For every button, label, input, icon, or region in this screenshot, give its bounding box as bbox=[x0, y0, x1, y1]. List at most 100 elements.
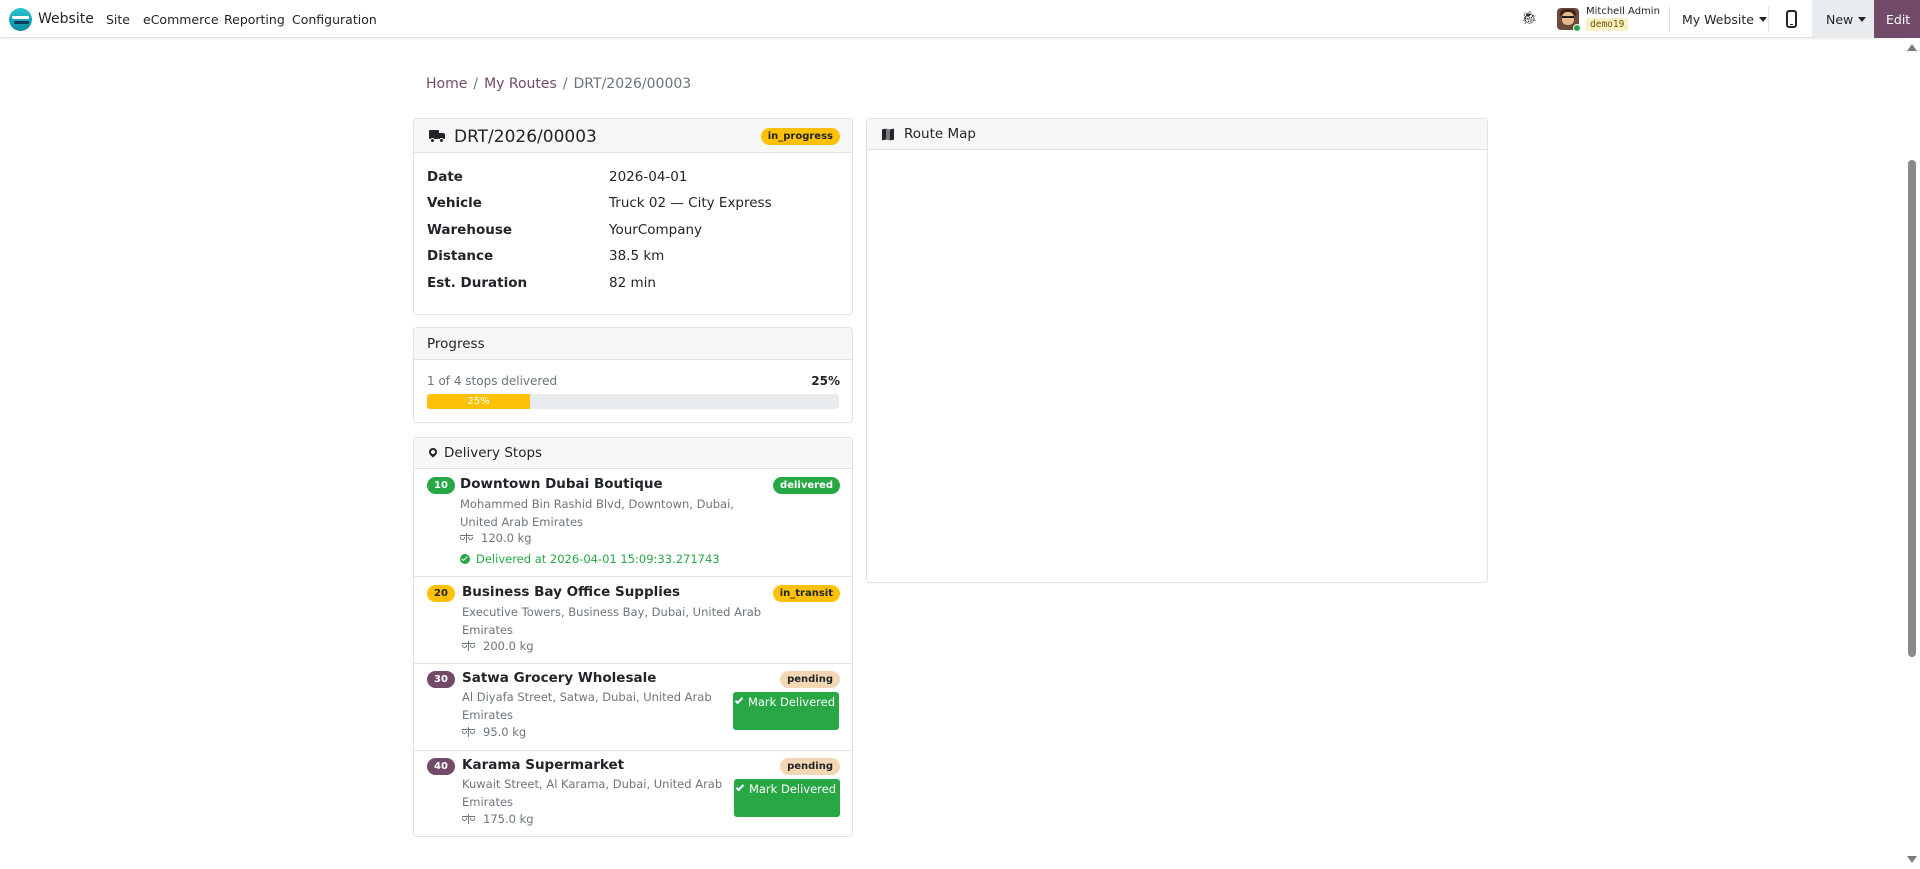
divider bbox=[1768, 6, 1769, 32]
mark-delivered-button[interactable]: Mark Delivered bbox=[734, 779, 840, 817]
balance-scale-icon bbox=[462, 727, 475, 737]
user-name[interactable]: Mitchell Admin bbox=[1586, 6, 1660, 17]
balance-scale-icon bbox=[462, 641, 475, 651]
field-label: Distance bbox=[427, 248, 494, 264]
stop-weight: 200.0 kg bbox=[462, 639, 534, 653]
truck-icon bbox=[429, 130, 446, 143]
chevron-down-icon bbox=[1759, 17, 1767, 22]
check-circle-icon bbox=[460, 554, 470, 564]
scrollbar-thumb[interactable] bbox=[1908, 160, 1916, 657]
online-status-dot bbox=[1573, 24, 1581, 32]
stop-weight-value: 95.0 kg bbox=[483, 725, 527, 739]
stop-sequence-badge: 10 bbox=[427, 477, 455, 494]
bug-icon[interactable]: 🐞︎ bbox=[1521, 11, 1538, 26]
stop-sequence-badge: 20 bbox=[427, 585, 455, 602]
breadcrumb-my-routes[interactable]: My Routes bbox=[484, 76, 557, 92]
progress-bar: 25% bbox=[427, 394, 839, 409]
balance-scale-icon bbox=[462, 814, 475, 824]
route-title: DRT/2026/00003 bbox=[454, 127, 597, 147]
check-icon bbox=[734, 695, 744, 705]
progress-percent: 25% bbox=[811, 374, 840, 388]
stop-item: 30 Satwa Grocery Wholesale pending Al Di… bbox=[414, 664, 852, 751]
scroll-down-arrow-icon[interactable] bbox=[1907, 856, 1917, 863]
stop-sequence-badge: 30 bbox=[427, 671, 455, 688]
stop-weight: 95.0 kg bbox=[462, 725, 526, 739]
app-name[interactable]: Website bbox=[38, 11, 94, 27]
breadcrumb-home[interactable]: Home bbox=[426, 76, 467, 92]
field-label: Warehouse bbox=[427, 222, 513, 238]
new-content-button[interactable]: New bbox=[1812, 0, 1874, 38]
mobile-preview-icon[interactable] bbox=[1786, 10, 1797, 28]
stop-weight: 175.0 kg bbox=[462, 812, 534, 826]
stop-name: Business Bay Office Supplies bbox=[462, 584, 681, 600]
stop-weight: 120.0 kg bbox=[460, 531, 532, 545]
route-status-badge: in_progress bbox=[760, 128, 840, 145]
field-label: Date bbox=[427, 169, 463, 185]
field-value: YourCompany bbox=[609, 222, 703, 238]
progress-summary: 1 of 4 stops delivered bbox=[427, 374, 558, 388]
mark-delivered-button[interactable]: Mark Delivered bbox=[733, 692, 839, 730]
delivery-stops-title: Delivery Stops bbox=[444, 445, 543, 461]
stop-address: Mohammed Bin Rashid Blvd, Downtown, Duba… bbox=[460, 497, 734, 529]
stop-item: 10 Downtown Dubai Boutique delivered Moh… bbox=[414, 469, 852, 577]
stop-sequence-badge: 40 bbox=[427, 758, 455, 775]
menu-site[interactable]: Site bbox=[106, 12, 130, 27]
edit-button[interactable]: Edit bbox=[1874, 0, 1920, 38]
divider bbox=[1669, 6, 1670, 32]
check-icon bbox=[735, 782, 745, 792]
menu-reporting[interactable]: Reporting bbox=[224, 12, 285, 27]
field-label: Vehicle bbox=[427, 195, 482, 211]
menu-ecommerce[interactable]: eCommerce bbox=[143, 12, 219, 27]
map-marker-icon bbox=[427, 446, 439, 458]
stop-weight-value: 200.0 kg bbox=[483, 639, 534, 653]
stop-name: Karama Supermarket bbox=[462, 757, 625, 773]
stop-item: 40 Karama Supermarket pending Kuwait Str… bbox=[414, 751, 852, 836]
progress-title: Progress bbox=[427, 336, 485, 352]
breadcrumb-separator: / bbox=[473, 76, 479, 92]
progress-bar-fill: 25% bbox=[427, 394, 530, 409]
route-info-card: DRT/2026/00003 in_progress Date 2026-04-… bbox=[413, 118, 853, 315]
stop-status-badge: pending bbox=[780, 758, 840, 775]
field-label: Est. Duration bbox=[427, 275, 528, 291]
field-value: 2026-04-01 bbox=[609, 169, 688, 185]
breadcrumb-separator: / bbox=[562, 76, 568, 92]
route-map-canvas[interactable] bbox=[867, 150, 1487, 582]
map-icon bbox=[882, 128, 895, 141]
stop-status-badge: pending bbox=[780, 671, 840, 688]
delivery-stops-header: Delivery Stops bbox=[414, 438, 852, 469]
stop-address: Al Diyafa Street, Satwa, Dubai, United A… bbox=[462, 690, 712, 722]
stop-address: Kuwait Street, Al Karama, Dubai, United … bbox=[462, 777, 723, 809]
stop-weight-value: 175.0 kg bbox=[483, 812, 534, 826]
database-badge: demo19 bbox=[1586, 18, 1629, 31]
delivered-timestamp-text: Delivered at 2026-04-01 15:09:33.271743 bbox=[476, 552, 720, 566]
breadcrumb: Home / My Routes / DRT/2026/00003 bbox=[426, 76, 691, 92]
new-button-label: New bbox=[1826, 12, 1854, 27]
delivered-timestamp: Delivered at 2026-04-01 15:09:33.271743 bbox=[460, 552, 720, 566]
breadcrumb-current: DRT/2026/00003 bbox=[573, 76, 692, 92]
top-navbar: Website Site eCommerce Reporting Configu… bbox=[0, 0, 1920, 38]
field-value: 82 min bbox=[609, 275, 656, 291]
website-selector-label: My Website bbox=[1682, 12, 1754, 27]
route-map-header: Route Map bbox=[867, 119, 1487, 150]
chevron-down-icon bbox=[1858, 17, 1867, 22]
stop-address: Executive Towers, Business Bay, Dubai, U… bbox=[462, 605, 762, 637]
stop-name: Downtown Dubai Boutique bbox=[460, 476, 663, 492]
stop-weight-value: 120.0 kg bbox=[481, 531, 532, 545]
website-selector[interactable]: My Website bbox=[1682, 12, 1767, 27]
stop-status-badge: delivered bbox=[773, 477, 840, 494]
stop-item: 20 Business Bay Office Supplies in_trans… bbox=[414, 577, 852, 664]
delivery-stops-card: Delivery Stops 10 Downtown Dubai Boutiqu… bbox=[413, 437, 853, 837]
progress-header: Progress bbox=[414, 328, 852, 360]
route-map-card: Route Map bbox=[866, 118, 1488, 583]
field-value: 38.5 km bbox=[609, 248, 665, 264]
mark-delivered-label: Mark Delivered bbox=[748, 782, 837, 796]
stop-name: Satwa Grocery Wholesale bbox=[462, 670, 657, 686]
odoo-website-logo-icon[interactable] bbox=[9, 8, 32, 31]
field-value: Truck 02 — City Express bbox=[609, 195, 772, 211]
menu-configuration[interactable]: Configuration bbox=[292, 12, 377, 27]
scroll-up-arrow-icon[interactable] bbox=[1907, 44, 1917, 51]
balance-scale-icon bbox=[460, 533, 473, 543]
route-map-title: Route Map bbox=[904, 126, 976, 142]
mark-delivered-label: Mark Delivered bbox=[747, 695, 836, 709]
progress-card: Progress 1 of 4 stops delivered 25% 25% bbox=[413, 327, 853, 423]
